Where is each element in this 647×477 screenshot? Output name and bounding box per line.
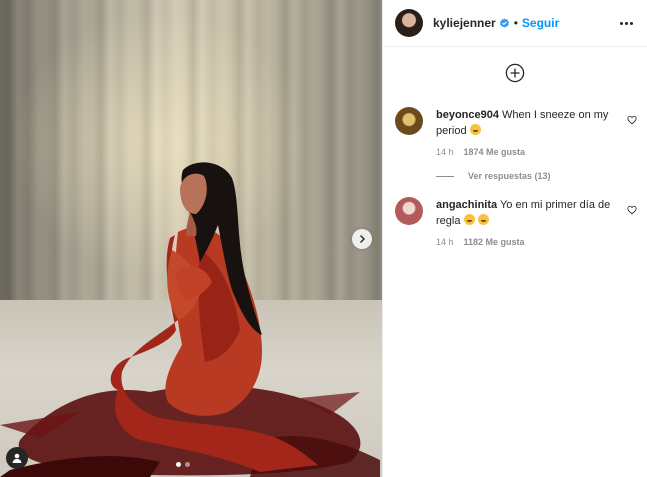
comment-text-line: angachinita Yo en mi primer día de regla [436, 197, 619, 229]
heart-icon[interactable] [627, 205, 637, 215]
comment-body: beyonce904 When I sneeze on my period 14… [436, 107, 619, 157]
replies-divider [436, 175, 454, 177]
user-tag-icon [12, 453, 22, 463]
post-header: kyliejenner • Seguir [383, 0, 647, 47]
view-replies-button[interactable]: Ver respuestas (13) [436, 171, 647, 181]
comment-time[interactable]: 14 h [436, 147, 454, 157]
comment-meta: 14 h 1182 Me gusta [436, 237, 619, 247]
comment-likes[interactable]: 1182 Me gusta [464, 237, 525, 247]
carousel-dot-active [176, 462, 181, 467]
author-username[interactable]: kyliejenner [433, 16, 496, 30]
commenter-avatar[interactable] [395, 197, 423, 225]
post-photo[interactable] [0, 0, 382, 477]
carousel-indicator [176, 462, 190, 467]
commenter-username[interactable]: beyonce904 [436, 109, 499, 121]
grinning-face-emoji-icon [469, 124, 481, 135]
grinning-squinting-face-emoji-icon [463, 214, 475, 225]
view-replies-label: Ver respuestas (13) [468, 171, 551, 181]
carousel-dot [185, 462, 190, 467]
comment-time[interactable]: 14 h [436, 237, 454, 247]
comment-likes[interactable]: 1874 Me gusta [464, 147, 526, 157]
comment-meta: 14 h 1874 Me gusta [436, 147, 619, 157]
next-slide-button[interactable] [352, 229, 372, 249]
commenter-username[interactable]: angachinita [436, 199, 497, 211]
author-avatar[interactable] [395, 9, 423, 37]
post-side-panel: kyliejenner • Seguir beyonce904 When I s… [382, 0, 647, 477]
load-more-comments-row [383, 47, 647, 99]
verified-badge-icon [499, 17, 510, 29]
comment-text-line: beyonce904 When I sneeze on my period [436, 107, 619, 139]
more-options-icon[interactable] [618, 18, 635, 29]
heart-icon[interactable] [627, 115, 637, 125]
comment-item: beyonce904 When I sneeze on my period 14… [383, 99, 647, 157]
comment-body: angachinita Yo en mi primer día de regla… [436, 197, 619, 247]
comment-item: angachinita Yo en mi primer día de regla… [383, 181, 647, 247]
chevron-right-icon [360, 235, 365, 243]
commenter-avatar[interactable] [395, 107, 423, 135]
header-separator: • [513, 16, 518, 30]
tagged-users-button[interactable] [6, 447, 28, 469]
plus-circle-icon[interactable] [505, 63, 525, 83]
rolling-laughing-face-emoji-icon [477, 214, 489, 225]
photo-subject [0, 162, 380, 477]
follow-button[interactable]: Seguir [522, 16, 559, 30]
